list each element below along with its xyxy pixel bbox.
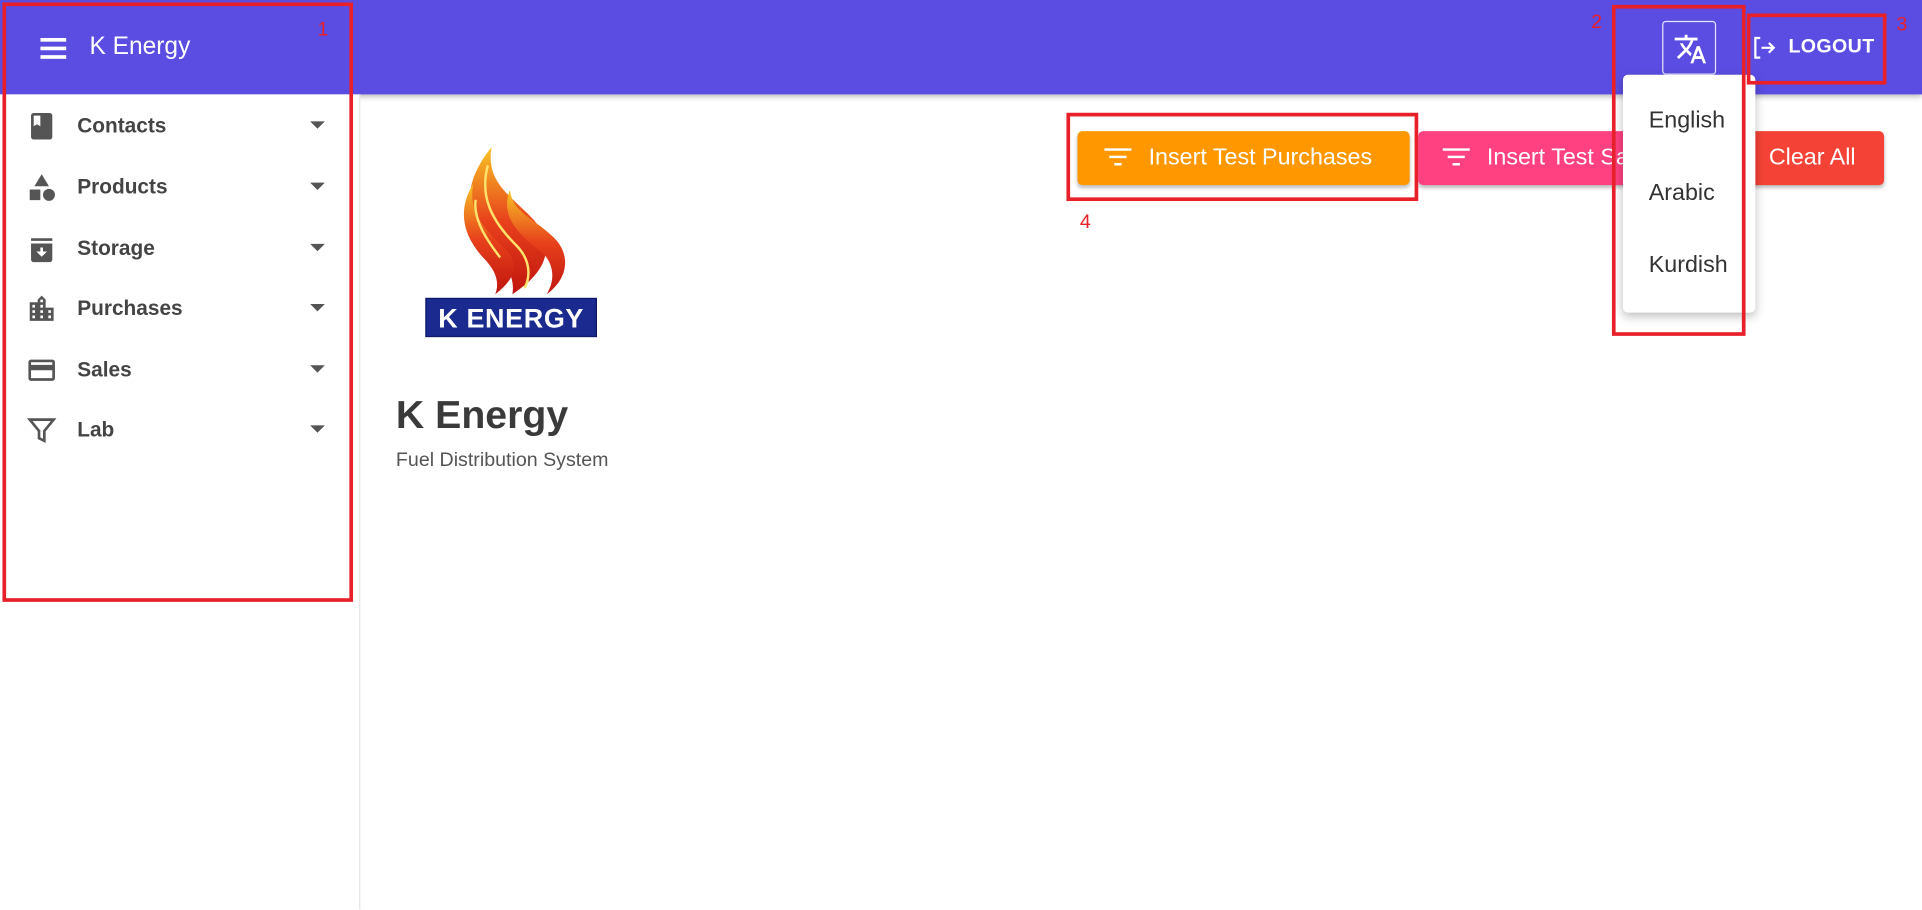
annotation-box [1611, 4, 1746, 336]
page-subtitle: Fuel Distribution System [395, 449, 609, 471]
annotation-box [2, 2, 354, 602]
annotation-box [1066, 112, 1419, 202]
page-title: K Energy [395, 392, 569, 437]
annotation-label: 3 [1896, 14, 1908, 36]
clear-all-button[interactable]: Clear All [1745, 131, 1885, 186]
button-label: Clear All [1768, 144, 1856, 171]
annotation-box [1746, 13, 1887, 85]
app-root: K Energy LOGOUT Contacts Products Storag… [0, 0, 1922, 910]
annotation-label: 1 [317, 19, 329, 41]
annotation-label: 4 [1079, 212, 1091, 233]
logo-wordmark: K ENERGY [425, 297, 597, 338]
annotation-label: 2 [1591, 12, 1603, 34]
filter-list-icon [1442, 148, 1470, 168]
